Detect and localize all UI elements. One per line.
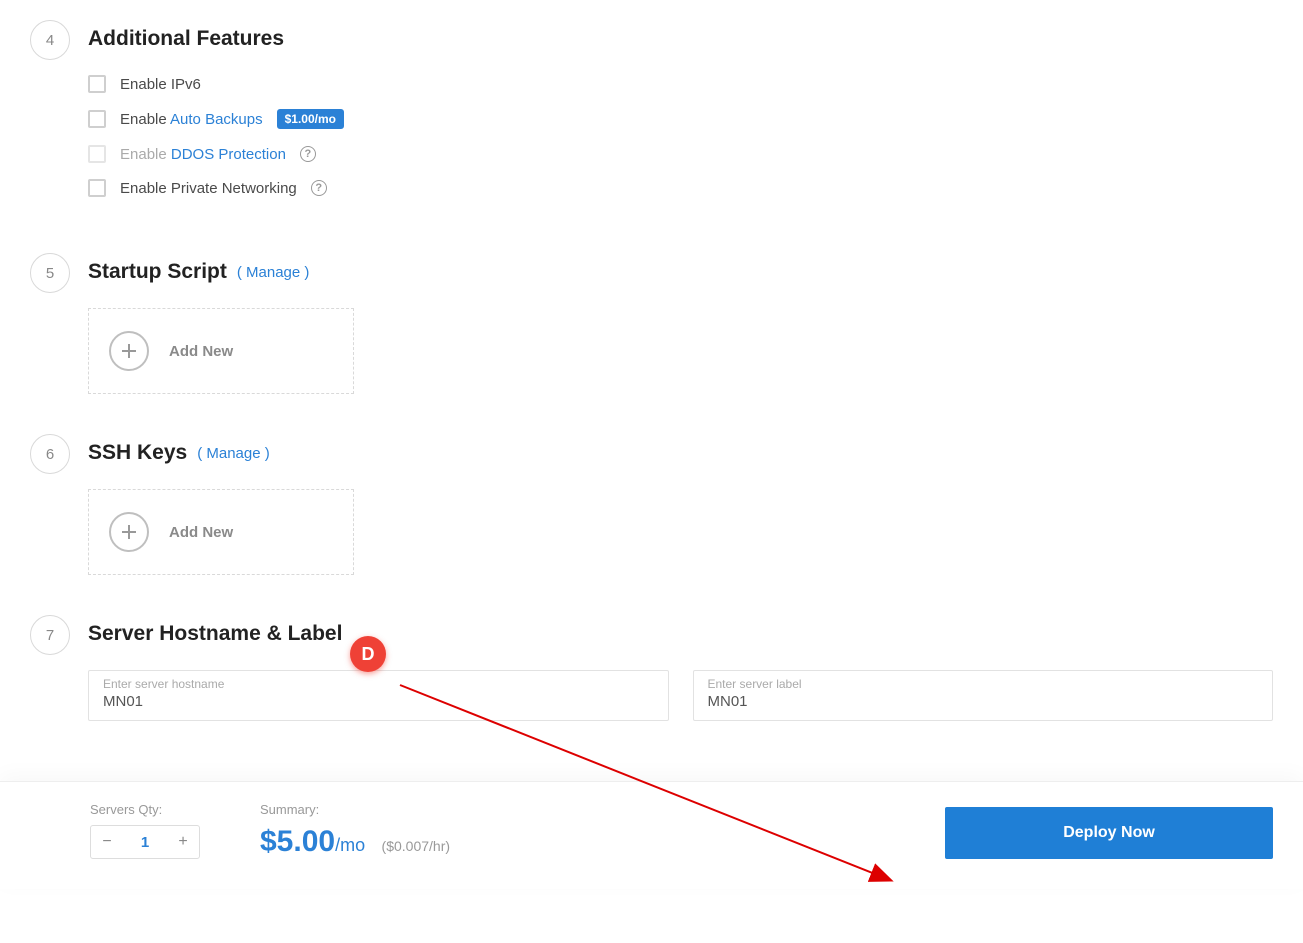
checkbox-private-networking[interactable] bbox=[88, 179, 106, 197]
ddos-protection-link[interactable]: DDOS Protection bbox=[171, 146, 286, 163]
manage-startup-script-link[interactable]: ( Manage ) bbox=[237, 264, 310, 281]
feature-ddos-prefix: Enable bbox=[120, 146, 171, 163]
qty-decrement-button[interactable]: − bbox=[91, 826, 123, 858]
feature-ddos-row: Enable DDOS Protection ? bbox=[88, 145, 1273, 163]
auto-backups-price-badge: $1.00/mo bbox=[277, 109, 344, 129]
server-label-input-label: Enter server label bbox=[708, 677, 1259, 691]
hostname-input-label: Enter server hostname bbox=[103, 677, 654, 691]
step-number-5: 5 bbox=[30, 253, 70, 293]
hostname-input[interactable] bbox=[103, 691, 654, 712]
plus-icon bbox=[109, 331, 149, 371]
section-title-additional-features: Additional Features bbox=[88, 27, 1273, 51]
qty-value: 1 bbox=[123, 834, 167, 851]
section-startup-script: 5 Startup Script ( Manage ) Add New bbox=[30, 253, 1273, 394]
servers-qty-stepper[interactable]: − 1 + bbox=[90, 825, 200, 859]
feature-private-networking-row[interactable]: Enable Private Networking ? bbox=[88, 179, 1273, 197]
summary-per-month: /mo bbox=[335, 835, 365, 855]
feature-auto-backups-row[interactable]: Enable Auto Backups $1.00/mo bbox=[88, 109, 1273, 129]
deploy-now-button[interactable]: Deploy Now bbox=[945, 807, 1273, 859]
plus-icon bbox=[109, 512, 149, 552]
feature-ipv6-label: Enable IPv6 bbox=[120, 76, 201, 93]
auto-backups-link[interactable]: Auto Backups bbox=[170, 111, 263, 128]
checkbox-ipv6[interactable] bbox=[88, 75, 106, 93]
step-number-6: 6 bbox=[30, 434, 70, 474]
manage-ssh-keys-link[interactable]: ( Manage ) bbox=[197, 445, 270, 462]
server-label-input-group[interactable]: Enter server label bbox=[693, 670, 1274, 721]
summary-label: Summary: bbox=[260, 802, 450, 817]
checkbox-auto-backups[interactable] bbox=[88, 110, 106, 128]
servers-qty-label: Servers Qty: bbox=[90, 802, 200, 817]
step-number-7: 7 bbox=[30, 615, 70, 655]
add-startup-script-label: Add New bbox=[169, 343, 233, 360]
feature-auto-backups-prefix: Enable bbox=[120, 111, 170, 128]
help-icon[interactable]: ? bbox=[311, 180, 327, 196]
section-additional-features: 4 Additional Features Enable IPv6 Enable… bbox=[30, 20, 1273, 213]
section-title-ssh-keys: SSH Keys bbox=[88, 441, 187, 465]
step-number-4: 4 bbox=[30, 20, 70, 60]
add-ssh-key-button[interactable]: Add New bbox=[88, 489, 354, 575]
checkbox-ddos bbox=[88, 145, 106, 163]
summary-price: $5.00 bbox=[260, 825, 335, 859]
deploy-footer: Servers Qty: − 1 + Summary: $5.00/mo ($0… bbox=[0, 781, 1303, 889]
add-startup-script-button[interactable]: Add New bbox=[88, 308, 354, 394]
section-hostname-label: 7 Server Hostname & Label Enter server h… bbox=[30, 615, 1273, 721]
annotation-badge-d: D bbox=[350, 636, 386, 672]
feature-private-networking-label: Enable Private Networking bbox=[120, 180, 297, 197]
section-ssh-keys: 6 SSH Keys ( Manage ) Add New bbox=[30, 434, 1273, 575]
hostname-input-group[interactable]: Enter server hostname bbox=[88, 670, 669, 721]
add-ssh-key-label: Add New bbox=[169, 524, 233, 541]
help-icon[interactable]: ? bbox=[300, 146, 316, 162]
server-label-input[interactable] bbox=[708, 691, 1259, 712]
section-title-hostname-label: Server Hostname & Label bbox=[88, 622, 1273, 646]
section-title-startup-script: Startup Script bbox=[88, 260, 227, 284]
qty-increment-button[interactable]: + bbox=[167, 826, 199, 858]
feature-ipv6-row[interactable]: Enable IPv6 bbox=[88, 75, 1273, 93]
summary-hourly: ($0.007/hr) bbox=[382, 838, 450, 854]
